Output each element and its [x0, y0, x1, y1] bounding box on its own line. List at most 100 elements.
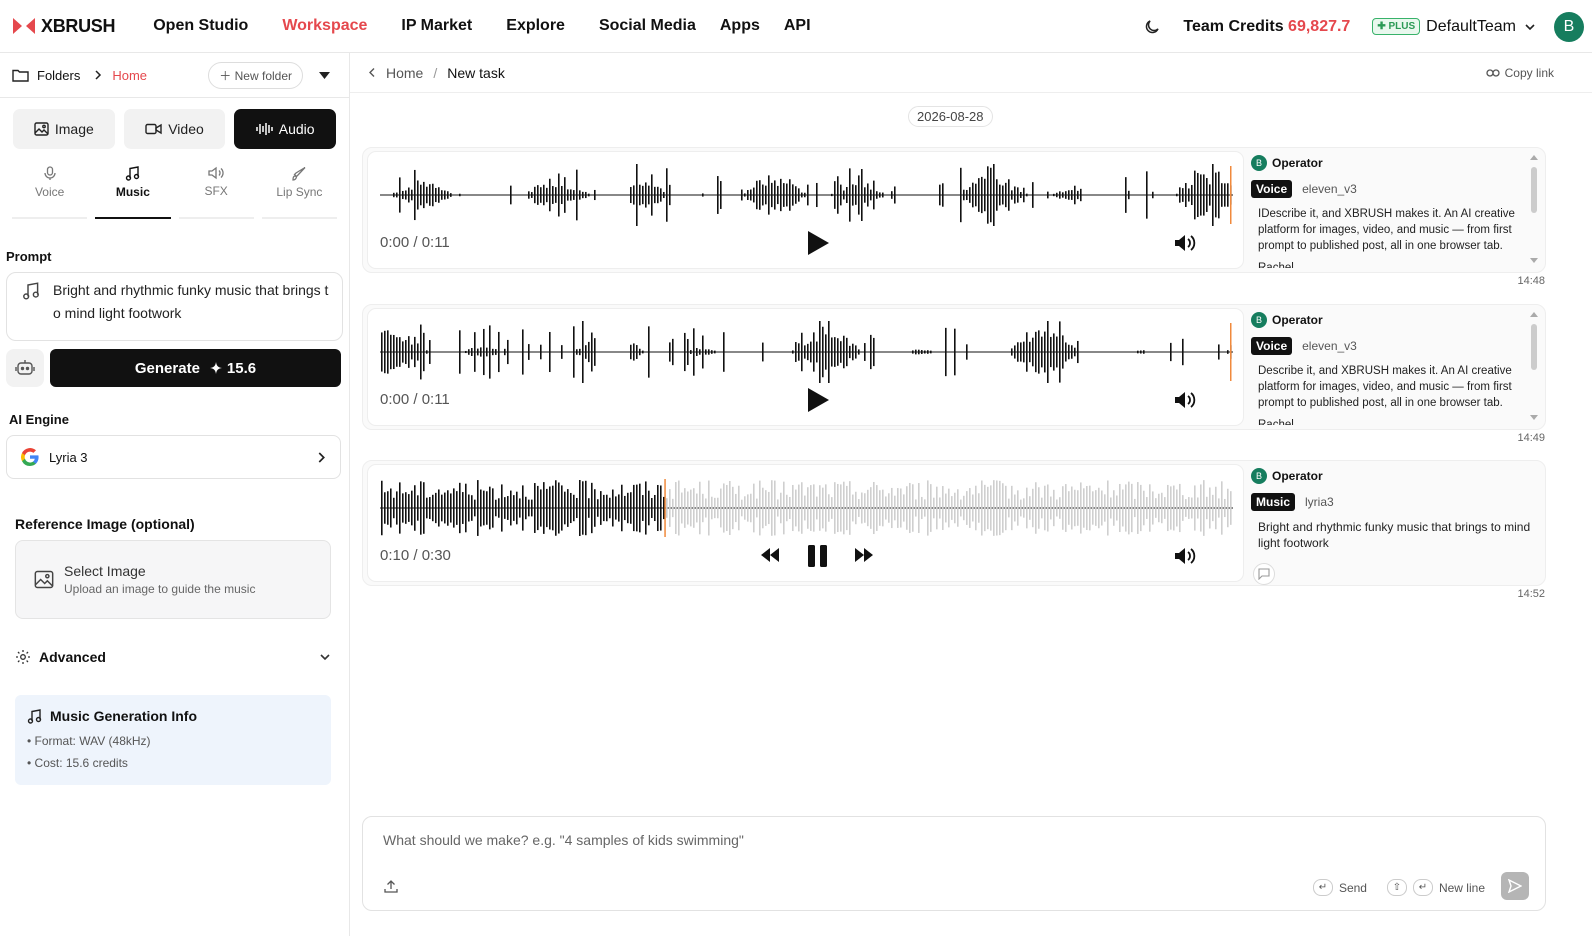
waveform-bar — [600, 491, 602, 525]
team-selector[interactable]: DefaultTeam — [1426, 18, 1536, 36]
waveform-bar — [717, 176, 719, 214]
tab-image[interactable]: Image — [13, 109, 115, 149]
waveform-bar — [438, 489, 440, 527]
comment-button[interactable] — [1253, 563, 1275, 585]
waveform-bar — [891, 487, 893, 529]
waveform[interactable] — [380, 477, 1233, 539]
waveform-bar — [426, 497, 428, 519]
waveform[interactable] — [380, 321, 1233, 383]
subtab-lip-sync[interactable]: Lip Sync — [261, 166, 337, 219]
waveform-bar — [594, 189, 596, 201]
waveform[interactable] — [380, 164, 1233, 226]
waveform-bar — [1065, 342, 1067, 362]
volume-icon[interactable] — [1174, 390, 1196, 410]
nav-social-media[interactable]: Social Media — [599, 17, 696, 35]
fast-forward-icon[interactable] — [854, 547, 874, 563]
select-image-dropzone[interactable]: Select Image Upload an image to guide th… — [15, 540, 331, 619]
model-name: eleven_v3 — [1302, 339, 1357, 353]
waveform-bar — [564, 491, 566, 525]
waveform-bar — [423, 181, 425, 209]
audio-player: 0:10 / 0:30 — [367, 464, 1244, 582]
prompt-composer[interactable]: What should we make? e.g. "4 samples of … — [362, 816, 1546, 911]
advanced-toggle[interactable]: Advanced — [15, 649, 331, 665]
waveform-bar — [1023, 341, 1025, 363]
prompt-input[interactable]: Bright and rhythmic funky music that bri… — [6, 272, 343, 341]
volume-icon[interactable] — [1174, 233, 1196, 253]
robot-button[interactable] — [6, 349, 44, 387]
subtab-sfx[interactable]: SFX — [178, 166, 254, 219]
play-icon[interactable] — [806, 387, 830, 413]
operator-name: Operator — [1272, 156, 1323, 170]
folders-link[interactable]: Folders — [37, 68, 80, 83]
voice-name: Rachel — [1258, 262, 1294, 268]
waveform-bar — [555, 187, 557, 203]
scrollbar[interactable] — [1529, 310, 1539, 422]
play-icon[interactable] — [806, 230, 830, 256]
chevron-left-icon[interactable] — [368, 67, 376, 78]
waveform-bar — [858, 349, 860, 355]
upload-icon[interactable] — [384, 879, 398, 893]
moon-icon[interactable] — [1143, 18, 1161, 36]
folder-home-link[interactable]: Home — [112, 68, 147, 83]
waveform-bar — [384, 492, 386, 524]
waveform-bar — [1212, 164, 1214, 226]
nav-workspace[interactable]: Workspace — [282, 17, 367, 35]
waveform-bar — [726, 484, 728, 532]
send-button[interactable] — [1501, 872, 1529, 900]
waveform-bar — [1131, 483, 1133, 533]
waveform-bar — [702, 193, 704, 197]
waveform-bar — [492, 488, 494, 528]
avatar[interactable]: B — [1554, 11, 1584, 42]
waveform-bar — [429, 340, 431, 364]
engine-selector[interactable]: Lyria 3 — [6, 435, 341, 479]
waveform-bar — [879, 490, 881, 526]
new-folder-button[interactable]: ＋ New folder — [208, 61, 303, 89]
rewind-icon[interactable] — [760, 547, 780, 563]
waveform-bar — [543, 184, 545, 206]
waveform-bar — [816, 341, 818, 363]
send-hint: Send — [1338, 880, 1367, 895]
keyboard-hints: ↵ Send ⇧ ↵ New line — [1312, 879, 1485, 896]
waveform-bar — [789, 496, 791, 520]
nav-api[interactable]: API — [784, 17, 811, 35]
waveform-bar — [1176, 489, 1178, 527]
waveform-bar — [399, 337, 401, 367]
waveform-bar — [996, 179, 998, 211]
tag-row: Voice eleven_v3 — [1251, 337, 1541, 355]
nav-open-studio[interactable]: Open Studio — [153, 17, 248, 35]
brand-logo[interactable]: XBRUSH — [13, 16, 116, 37]
tab-audio[interactable]: Audio — [234, 109, 337, 149]
waveform-bar — [459, 330, 461, 374]
waveform-bar — [882, 489, 884, 527]
waveform-bar — [414, 336, 416, 368]
scrollbar[interactable] — [1529, 153, 1539, 265]
waveform-bar — [933, 497, 935, 519]
waveform-bar — [393, 497, 395, 519]
copy-link-button[interactable]: Copy link — [1485, 66, 1554, 80]
subtab-voice[interactable]: Voice — [12, 166, 88, 219]
generate-button[interactable]: Generate 15.6 — [50, 349, 341, 387]
waveform-bar — [690, 489, 692, 527]
tab-video[interactable]: Video — [123, 109, 226, 149]
waveform-bar — [927, 350, 929, 354]
waveform-bar — [924, 350, 926, 354]
waveform-bar — [573, 494, 575, 522]
waveform-bar — [390, 334, 392, 370]
nav-apps[interactable]: Apps — [720, 17, 760, 35]
waveform-bar — [405, 340, 407, 364]
waveform-bar — [432, 183, 434, 207]
waveform-bar — [771, 182, 773, 208]
team-credits[interactable]: Team Credits 69,827.7 — [1183, 18, 1350, 36]
waveform-bar — [669, 184, 671, 206]
volume-icon[interactable] — [1174, 546, 1196, 566]
waveform-bar — [537, 185, 539, 205]
breadcrumb-home[interactable]: Home — [386, 65, 423, 81]
subtab-music[interactable]: Music — [95, 166, 171, 219]
waveform-bar — [528, 191, 530, 199]
nav-explore[interactable]: Explore — [506, 17, 565, 35]
pause-icon[interactable] — [806, 543, 830, 569]
caret-down-icon[interactable] — [319, 71, 330, 79]
waveform-bar — [945, 493, 947, 523]
waveform-bar — [1128, 481, 1130, 535]
nav-ip-market[interactable]: IP Market — [401, 17, 472, 35]
